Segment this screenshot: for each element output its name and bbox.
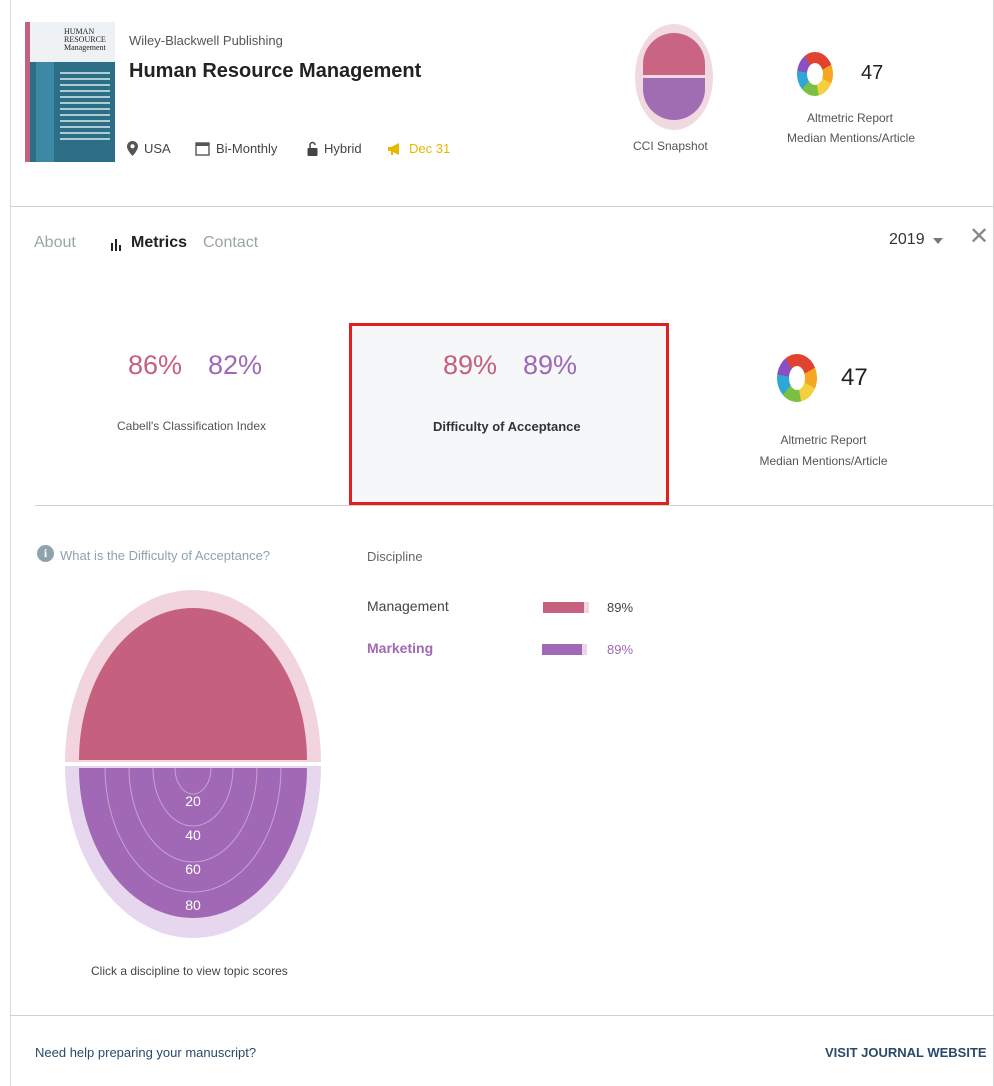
doa-metric-label: Difficulty of Acceptance (433, 419, 581, 434)
doa-metric-card[interactable] (349, 323, 669, 505)
megaphone-icon (388, 142, 399, 155)
location-pin-icon (127, 141, 138, 156)
bar-chart-icon (111, 238, 123, 256)
metrics-divider (35, 505, 994, 506)
access-label: Hybrid (324, 141, 362, 156)
altmetric-metric-value: 47 (841, 364, 868, 391)
ring-label: 40 (185, 827, 201, 843)
unlock-icon (307, 141, 318, 156)
header-divider (11, 206, 994, 207)
altmetric-label: Altmetric Report (806, 111, 894, 125)
publisher-name: Wiley-Blackwell Publishing (129, 33, 283, 48)
marketing-bar (542, 644, 587, 655)
access-meta: Hybrid (307, 141, 362, 156)
altmetric-donut-icon[interactable] (777, 354, 817, 402)
altmetric-sublabel: Median Mentions/Article (786, 131, 916, 145)
altmetric-donut-icon[interactable] (797, 52, 833, 96)
tab-about[interactable]: About (34, 234, 76, 252)
chevron-down-icon[interactable] (933, 238, 943, 244)
altmetric-metric-sublabel: Median Mentions/Article (759, 454, 888, 468)
year-select[interactable]: 2019 (889, 231, 925, 249)
country-label: USA (144, 141, 171, 156)
doa-value-primary: 89% (443, 350, 498, 380)
discipline-marketing[interactable]: Marketing (367, 640, 433, 656)
tab-contact[interactable]: Contact (203, 234, 258, 252)
footer-divider (11, 1015, 994, 1016)
doa-info-link[interactable]: What is the Difficulty of Acceptance? (60, 548, 270, 563)
frequency-label: Bi-Monthly (216, 141, 278, 156)
frequency-meta: Bi-Monthly (195, 141, 277, 156)
deadline-meta: Dec 31 (387, 141, 450, 156)
visit-journal-website-link[interactable]: VISIT JOURNAL WEBSITE (825, 1045, 987, 1060)
chart-hint: Click a discipline to view topic scores (91, 964, 288, 978)
cci-metric-label: Cabell's Classification Index (117, 419, 267, 433)
cci-value-secondary: 82% (208, 350, 263, 380)
ring-label: 60 (185, 861, 201, 877)
journal-panel: HUMAN RESOURCE Management Wiley-Blackwel… (10, 0, 994, 1086)
journal-cover: HUMAN RESOURCE Management (25, 22, 115, 162)
discipline-management[interactable]: Management (367, 598, 449, 614)
ring-label: 20 (185, 793, 201, 809)
deadline-label: Dec 31 (409, 141, 451, 156)
doa-value-secondary: 89% (523, 350, 578, 380)
cci-value-primary: 86% (128, 350, 183, 380)
marketing-value: 89% (607, 642, 634, 657)
ring-label: 80 (185, 897, 201, 913)
management-bar (543, 602, 589, 613)
discipline-rose-chart[interactable]: 20 40 60 80 (65, 590, 321, 938)
discipline-header: Discipline (367, 549, 423, 564)
calendar-icon (195, 142, 210, 156)
manuscript-help-link[interactable]: Need help preparing your manuscript? (35, 1045, 256, 1060)
close-icon[interactable]: ✕ (969, 222, 989, 251)
altmetric-value: 47 (861, 62, 884, 84)
management-value: 89% (607, 600, 634, 615)
tab-metrics[interactable]: Metrics (131, 234, 187, 252)
altmetric-metric-label: Altmetric Report (780, 433, 867, 447)
cci-snapshot-label: CCI Snapshot (633, 139, 708, 153)
info-icon[interactable]: i (37, 545, 54, 562)
country-meta: USA (127, 141, 171, 156)
journal-title: Human Resource Management (129, 60, 422, 82)
